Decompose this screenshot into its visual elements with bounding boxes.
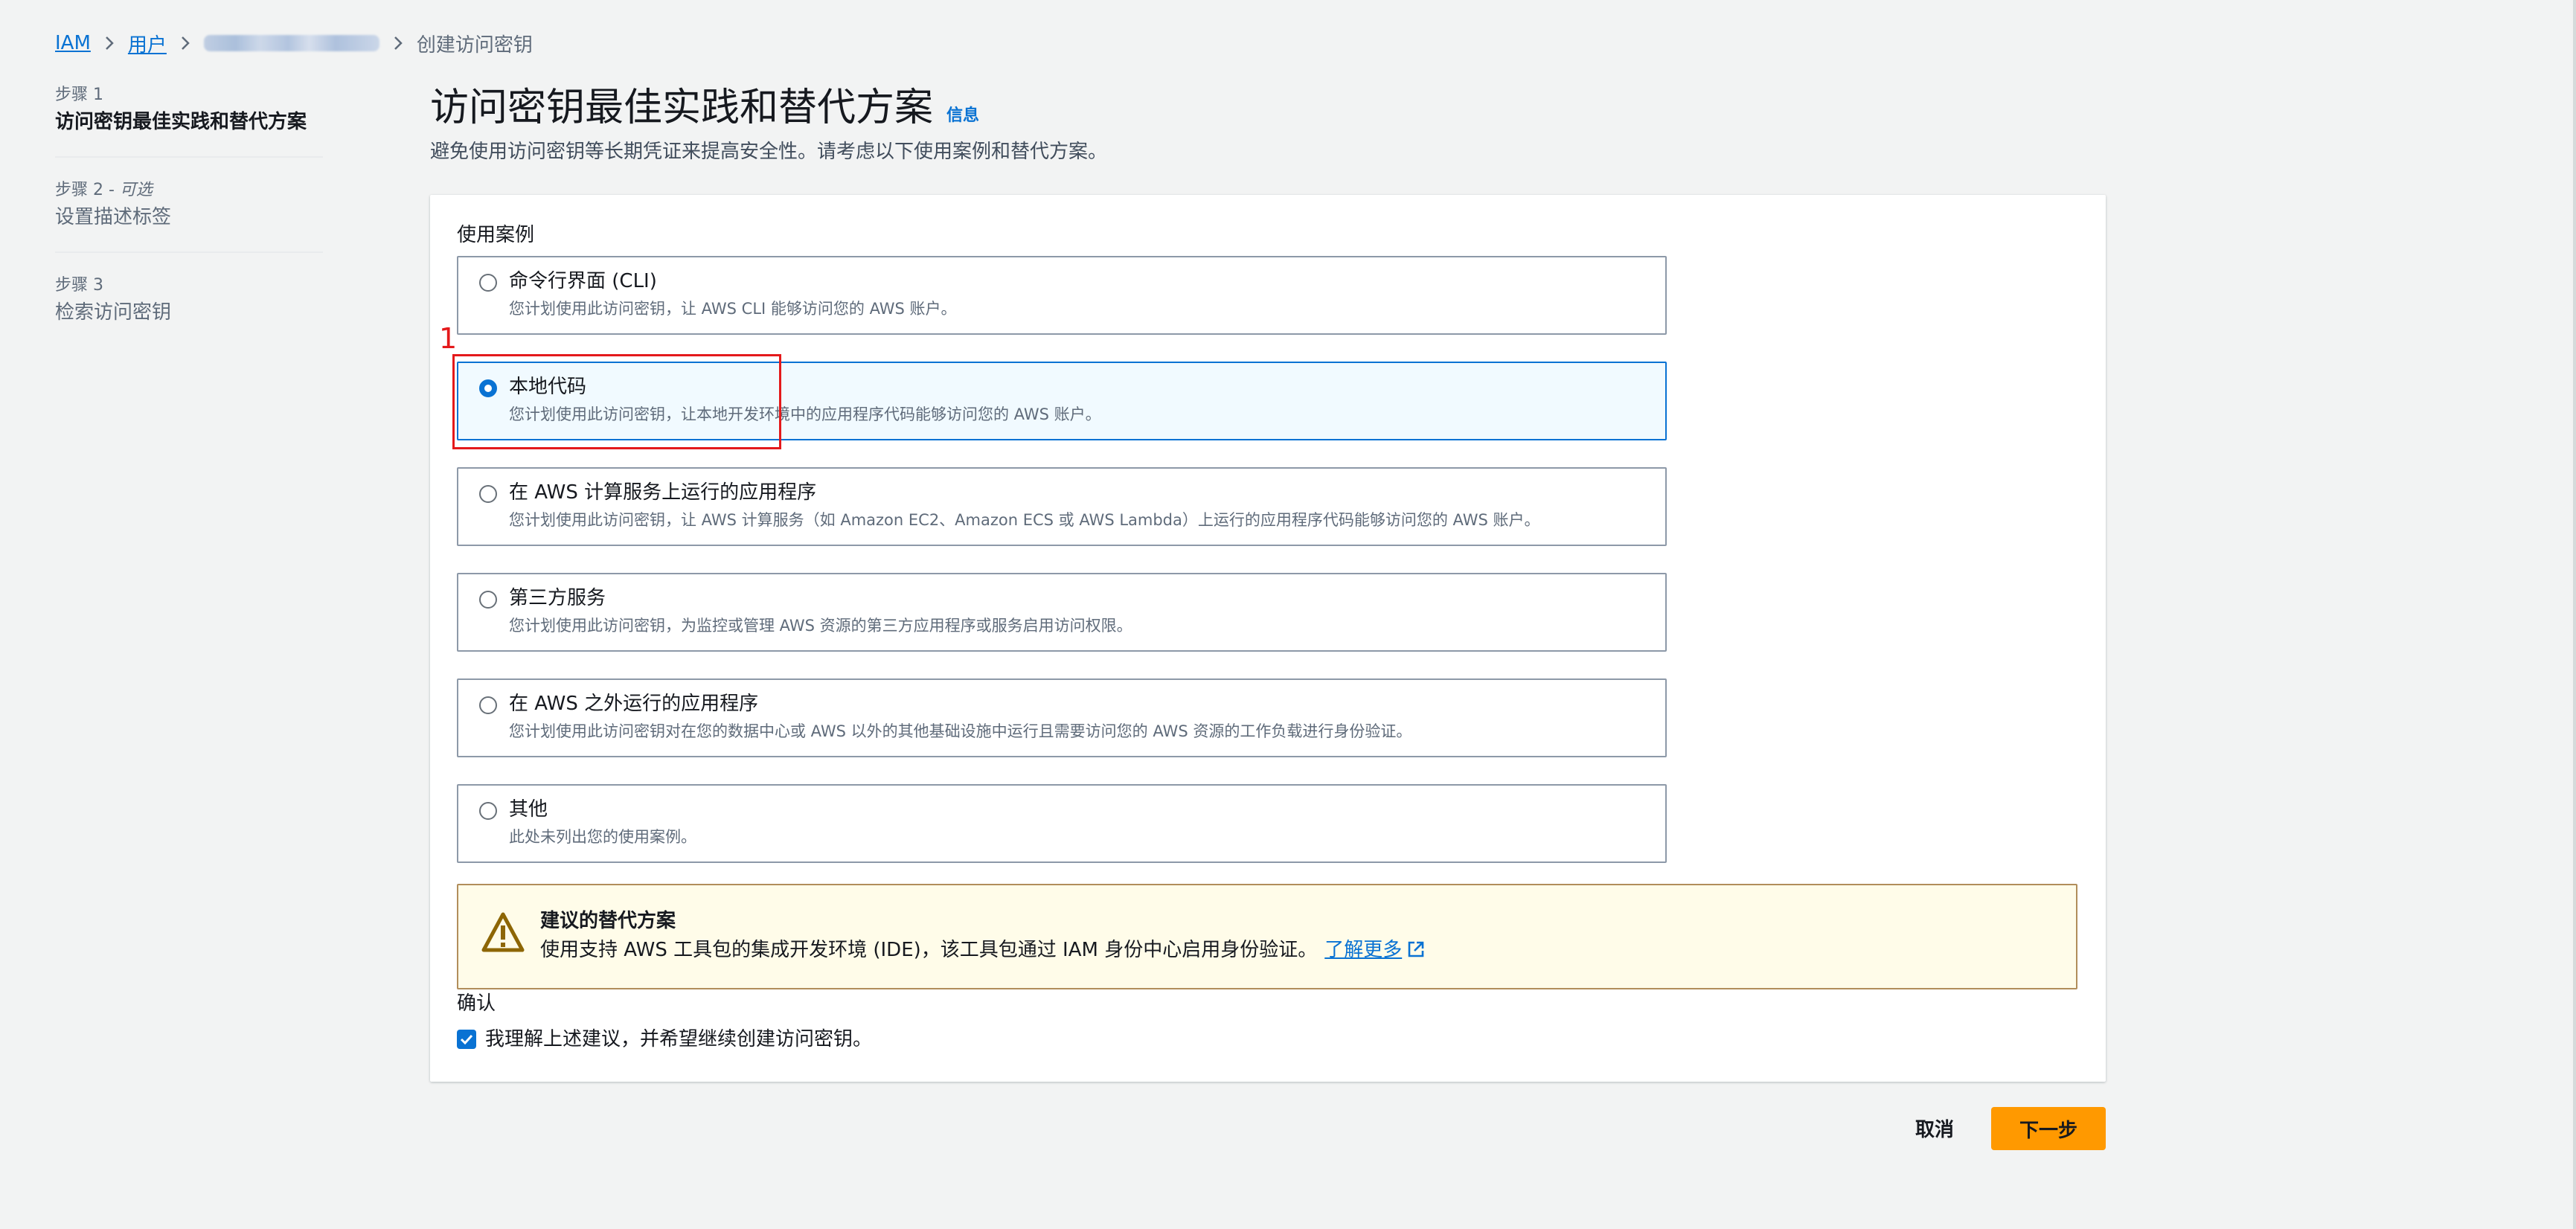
- option-outside-aws[interactable]: 在 AWS 之外运行的应用程序 您计划使用此访问密钥对在您的数据中心或 AWS …: [457, 678, 1667, 757]
- option-title: 在 AWS 计算服务上运行的应用程序: [509, 481, 817, 504]
- step-2-kicker: 步骤 2 - 可选: [55, 179, 323, 202]
- breadcrumb: IAM 用户 创建访问密钥: [55, 28, 533, 58]
- breadcrumb-iam-link[interactable]: IAM: [55, 32, 91, 54]
- step-3-kicker: 步骤 3: [55, 276, 103, 295]
- step-1-title: 访问密钥最佳实践和替代方案: [55, 111, 307, 133]
- chevron-right-icon: [379, 28, 417, 58]
- step-2-kicker-text: 步骤 2 -: [55, 181, 120, 199]
- learn-more-link[interactable]: 了解更多: [1324, 939, 1402, 961]
- step-2: 步骤 2 - 可选 设置描述标签: [55, 179, 323, 232]
- option-title: 命令行界面 (CLI): [509, 270, 657, 292]
- option-title: 第三方服务: [509, 587, 606, 609]
- option-other[interactable]: 其他 此处未列出您的使用案例。: [457, 784, 1667, 863]
- breadcrumb-users-link[interactable]: 用户: [128, 30, 167, 57]
- use-case-label: 使用案例: [457, 224, 535, 246]
- annotation-number: 1: [439, 322, 458, 355]
- option-title: 其他: [509, 798, 548, 821]
- step-1-kicker: 步骤 1: [55, 86, 103, 104]
- option-description: 您计划使用此访问密钥，为监控或管理 AWS 资源的第三方应用程序或服务启用访问权…: [509, 617, 1132, 635]
- page-title-text: 访问密钥最佳实践和替代方案: [430, 86, 934, 130]
- step-divider: [55, 156, 323, 158]
- option-third-party[interactable]: 第三方服务 您计划使用此访问密钥，为监控或管理 AWS 资源的第三方应用程序或服…: [457, 573, 1667, 652]
- option-cli[interactable]: 命令行界面 (CLI) 您计划使用此访问密钥，让 AWS CLI 能够访问您的 …: [457, 256, 1667, 335]
- radio-button[interactable]: [479, 696, 497, 714]
- next-button[interactable]: 下一步: [1991, 1107, 2106, 1150]
- window-edge: [2573, 0, 2576, 1229]
- annotation-highlight-box: [452, 354, 781, 449]
- breadcrumb-username-redacted[interactable]: [203, 35, 379, 51]
- step-3-title[interactable]: 检索访问密钥: [55, 298, 323, 327]
- info-link[interactable]: 信息: [946, 90, 979, 142]
- checkmark-icon: [460, 1034, 473, 1045]
- wizard-steps: 步骤 1 访问密钥最佳实践和替代方案 步骤 2 - 可选 设置描述标签 步骤 3…: [55, 83, 323, 327]
- page-title: 访问密钥最佳实践和替代方案 信息: [430, 82, 979, 142]
- radio-button[interactable]: [479, 274, 497, 292]
- chevron-right-icon: [167, 28, 204, 58]
- radio-button[interactable]: [479, 485, 497, 503]
- step-divider: [55, 251, 323, 253]
- alert-body-text: 使用支持 AWS 工具包的集成开发环境 (IDE)，该工具包通过 IAM 身份中…: [540, 939, 1318, 961]
- radio-button[interactable]: [479, 802, 497, 820]
- breadcrumb-current: 创建访问密钥: [416, 33, 533, 57]
- alert-body: 使用支持 AWS 工具包的集成开发环境 (IDE)，该工具包通过 IAM 身份中…: [540, 936, 1426, 967]
- step-3: 步骤 3 检索访问密钥: [55, 274, 323, 327]
- cancel-button[interactable]: 取消: [1890, 1107, 1979, 1149]
- option-title: 在 AWS 之外运行的应用程序: [509, 693, 759, 715]
- confirm-checkbox[interactable]: [457, 1030, 476, 1049]
- step-2-optional: 可选: [119, 181, 153, 199]
- confirm-checkbox-label[interactable]: 我理解上述建议，并希望继续创建访问密钥。: [485, 1025, 872, 1053]
- use-case-panel: 使用案例 命令行界面 (CLI) 您计划使用此访问密钥，让 AWS CLI 能够…: [430, 195, 2106, 1082]
- option-description: 您计划使用此访问密钥，让 AWS CLI 能够访问您的 AWS 账户。: [509, 300, 957, 318]
- step-1: 步骤 1 访问密钥最佳实践和替代方案: [55, 83, 323, 137]
- warning-icon: [481, 911, 525, 955]
- option-aws-compute[interactable]: 在 AWS 计算服务上运行的应用程序 您计划使用此访问密钥，让 AWS 计算服务…: [457, 467, 1667, 546]
- external-link-icon[interactable]: [1406, 939, 1426, 967]
- step-2-title[interactable]: 设置描述标签: [55, 202, 323, 232]
- alert-title: 建议的替代方案: [540, 910, 676, 932]
- page-description: 避免使用访问密钥等长期凭证来提高安全性。请考虑以下使用案例和替代方案。: [430, 141, 1108, 163]
- confirm-label: 确认: [457, 992, 496, 1015]
- radio-button[interactable]: [479, 591, 497, 609]
- option-description: 您计划使用此访问密钥，让 AWS 计算服务（如 Amazon EC2、Amazo…: [509, 511, 1540, 529]
- option-description: 您计划使用此访问密钥对在您的数据中心或 AWS 以外的其他基础设施中运行且需要访…: [509, 722, 1412, 740]
- alternative-alert: 建议的替代方案 使用支持 AWS 工具包的集成开发环境 (IDE)，该工具包通过…: [457, 884, 2077, 989]
- option-description: 此处未列出您的使用案例。: [509, 828, 696, 846]
- chevron-right-icon: [91, 28, 128, 58]
